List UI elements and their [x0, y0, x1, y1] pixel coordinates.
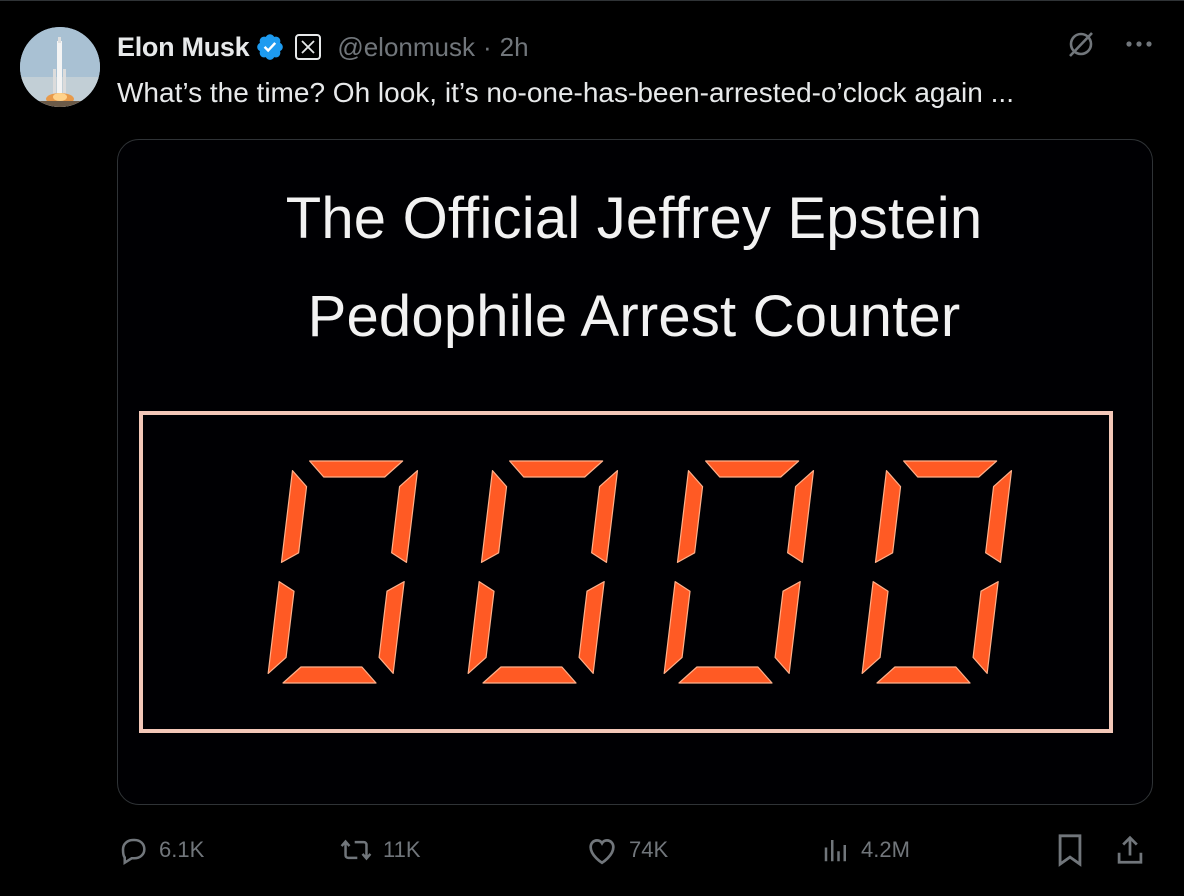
digit-segment-c — [972, 581, 999, 674]
counter-digit-4 — [861, 460, 1013, 684]
rocket-launch-image — [20, 27, 100, 107]
digit-segment-b — [787, 469, 815, 563]
verified-badge-icon[interactable] — [255, 32, 285, 62]
digit-segment-d — [282, 666, 377, 684]
counter-digit-1 — [267, 460, 419, 684]
bookmark-button[interactable] — [1055, 827, 1085, 873]
x-affiliate-badge-icon[interactable] — [295, 34, 322, 60]
repost-count: 11K — [383, 837, 421, 862]
digit-segment-f — [874, 469, 902, 563]
repost-button[interactable]: 11K — [339, 827, 421, 873]
view-count: 4.2M — [861, 837, 910, 862]
more-options-icon[interactable] — [1124, 39, 1154, 49]
digit-segment-e — [663, 581, 691, 674]
tweet-header: Elon Musk @elonmusk · 2h — [117, 29, 529, 65]
digit-segment-f — [480, 469, 508, 563]
digit-segment-a — [309, 460, 404, 478]
digit-segment-a — [705, 460, 800, 478]
tweet-actions-bar: 6.1K 11K 74K 4.2M — [117, 827, 1157, 873]
digit-segment-e — [267, 581, 295, 674]
digit-segment-f — [676, 469, 704, 563]
reply-count: 6.1K — [159, 837, 205, 862]
digit-segment-b — [985, 469, 1013, 563]
counter-digit-3 — [663, 460, 815, 684]
separator-dot: · — [483, 31, 492, 62]
tweet-text: What’s the time? Oh look, it’s no-one-ha… — [117, 77, 1014, 108]
digit-segment-a — [509, 460, 604, 478]
media-title-line-1: The Official Jeffrey Epstein — [285, 186, 983, 251]
grok-icon[interactable] — [1066, 29, 1096, 59]
views-button[interactable]: 4.2M — [821, 827, 910, 873]
digit-segment-e — [467, 581, 495, 674]
counter-digit-2 — [467, 460, 619, 684]
digit-segment-a — [903, 460, 998, 478]
digit-segment-c — [578, 581, 605, 674]
reply-icon — [117, 834, 149, 866]
avatar[interactable] — [20, 27, 100, 107]
digit-segment-c — [378, 581, 405, 674]
digit-segment-d — [678, 666, 773, 684]
author-name[interactable]: Elon Musk — [117, 32, 250, 63]
digit-segment-e — [861, 581, 889, 674]
like-button[interactable]: 74K — [585, 827, 668, 873]
tweet[interactable]: Elon Musk @elonmusk · 2h What’s the time… — [0, 0, 1184, 896]
reply-button[interactable]: 6.1K — [117, 827, 204, 873]
digit-segment-c — [774, 581, 801, 674]
repost-icon — [339, 834, 373, 866]
tweet-top-actions — [1066, 29, 1154, 59]
digit-segment-d — [876, 666, 971, 684]
share-button[interactable] — [1115, 827, 1145, 873]
like-count: 74K — [629, 837, 669, 862]
digit-segment-d — [482, 666, 577, 684]
media-title-line-2: Pedophile Arrest Counter — [307, 284, 961, 349]
counter-display — [267, 460, 1013, 684]
bookmark-icon — [1055, 833, 1085, 867]
digit-segment-b — [391, 469, 419, 563]
digit-segment-b — [591, 469, 619, 563]
digit-segment-f — [280, 469, 308, 563]
share-icon — [1115, 833, 1145, 867]
author-handle[interactable]: @elonmusk — [337, 32, 475, 63]
tweet-timestamp[interactable]: 2h — [500, 32, 529, 63]
heart-icon — [585, 834, 619, 866]
analytics-icon — [821, 835, 851, 865]
